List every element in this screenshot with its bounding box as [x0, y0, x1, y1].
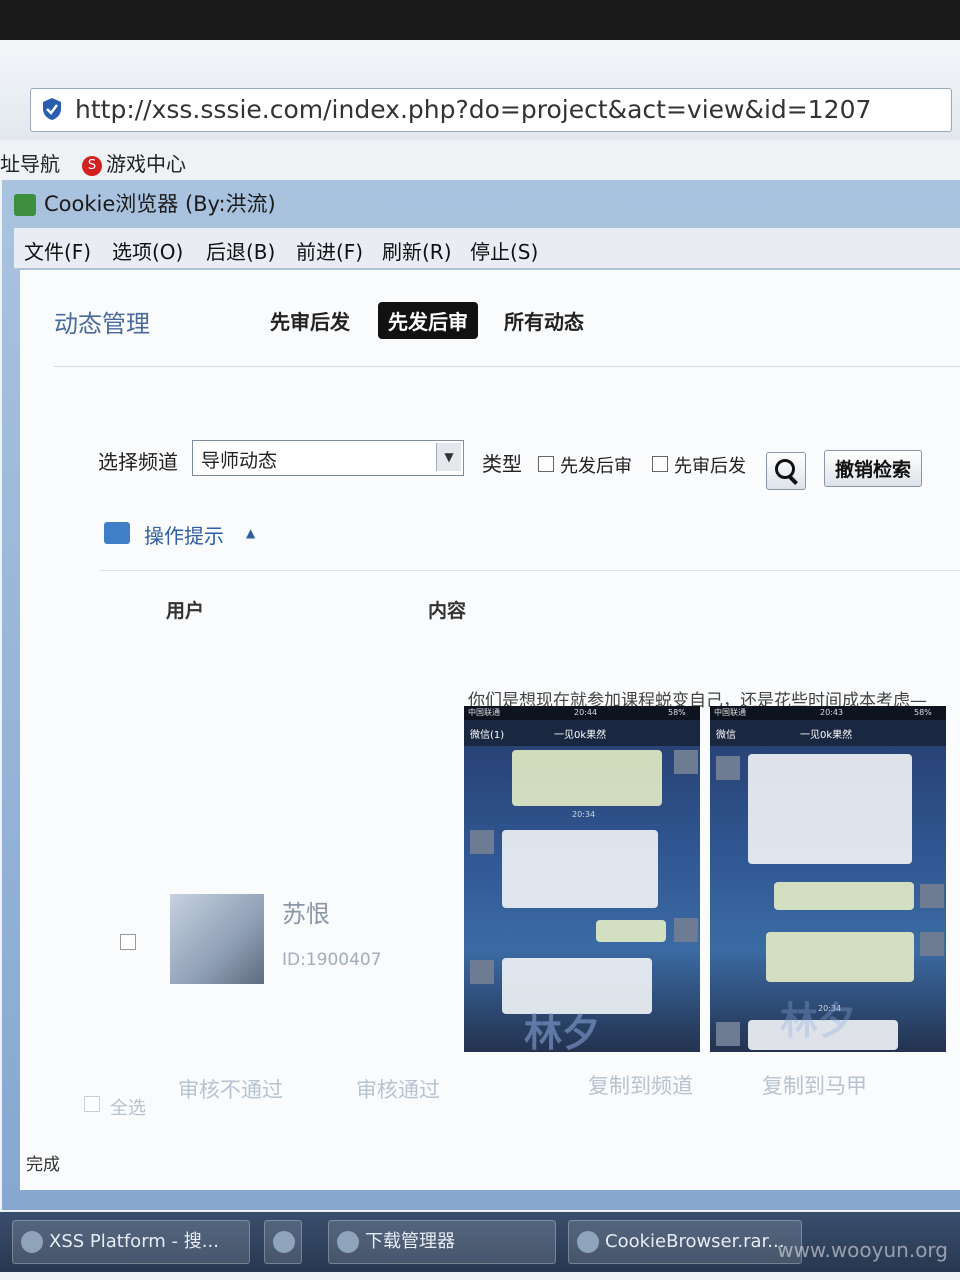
game-center-icon: S [82, 155, 102, 176]
page-title: 动态管理 [54, 310, 150, 338]
tab-review-first[interactable]: 先审后发 [270, 306, 350, 335]
menu-refresh[interactable]: 刷新(R) [382, 236, 452, 265]
archive-icon [577, 1231, 599, 1253]
type-post-first-checkbox[interactable] [538, 456, 554, 472]
row-checkbox[interactable] [120, 934, 136, 950]
reject-button[interactable]: 审核不通过 [178, 1074, 283, 1104]
chevron-down-icon: ▼ [436, 443, 461, 471]
copy-to-alias-button[interactable]: 复制到马甲 [762, 1070, 867, 1100]
type-review-first-label: 先审后发 [674, 456, 746, 477]
column-user: 用户 [166, 600, 205, 622]
download-icon [337, 1231, 359, 1253]
menu-options[interactable]: 选项(O) [112, 236, 183, 265]
taskbar-item-chrome[interactable] [264, 1220, 302, 1264]
approve-button[interactable]: 审核通过 [356, 1074, 440, 1104]
taskbar-item-xss[interactable]: XSS Platform - 搜... [12, 1220, 250, 1264]
select-all-checkbox[interactable] [84, 1096, 100, 1112]
taskbar-item-downloads[interactable]: 下载管理器 [328, 1220, 556, 1264]
user-name: 苏恨 [282, 900, 330, 928]
type-label: 类型 [482, 452, 522, 476]
channel-label: 选择频道 [98, 450, 178, 474]
avatar [170, 894, 264, 984]
table-header-line [100, 570, 960, 571]
chrome-icon [273, 1231, 295, 1253]
address-bar[interactable]: http://xss.sssie.com/index.php?do=projec… [30, 88, 952, 132]
status-bar-text: 完成 [26, 1155, 60, 1175]
type-review-first-checkbox[interactable] [652, 456, 668, 472]
tip-icon [104, 522, 130, 544]
chat-screenshot-1[interactable]: 中国联通 20:44 58% 微信(1) 一见0k果然 20:34 林夕 [464, 706, 700, 1052]
tab-all[interactable]: 所有动态 [504, 306, 584, 335]
user-id: ID:1900407 [282, 950, 382, 970]
menu-bar: 文件(F) 选项(O) 后退(B) 前进(F) 刷新(R) 停止(S) [14, 228, 960, 269]
copy-to-channel-button[interactable]: 复制到频道 [588, 1070, 693, 1100]
chat-screenshot-2[interactable]: 中国联通 20:43 58% 微信 一见0k果然 20:34 林夕 [710, 706, 946, 1052]
menu-back[interactable]: 后退(B) [206, 236, 275, 265]
app-icon [14, 194, 36, 216]
cookie-browser-window: Cookie浏览器 (By:洪流) 文件(F) 选项(O) 后退(B) 前进(F… [2, 180, 960, 1210]
channel-select[interactable]: 导师动态 ▼ [192, 440, 464, 476]
divider [54, 366, 960, 367]
watermark: www.wooyun.org [777, 1238, 948, 1262]
bookmark-nav[interactable]: 址导航 [0, 148, 60, 177]
taskbar-item-cookiebrowser[interactable]: CookieBrowser.rar... [568, 1220, 802, 1264]
type-post-first-label: 先发后审 [560, 456, 632, 477]
bookmark-games[interactable]: S 游戏中心 [82, 148, 186, 177]
window-title: Cookie浏览器 (By:洪流) [14, 188, 276, 218]
shield-icon [43, 98, 61, 120]
search-button[interactable] [766, 452, 806, 490]
page-content: 动态管理 先审后发 先发后审 所有动态 选择频道 导师动态 ▼ 类型 先发后审 … [20, 270, 960, 1190]
url-text: http://xss.sssie.com/index.php?do=projec… [75, 95, 872, 124]
tab-post-first[interactable]: 先发后审 [378, 302, 478, 339]
menu-stop[interactable]: 停止(S) [470, 236, 538, 265]
menu-forward[interactable]: 前进(F) [296, 236, 363, 265]
tip-toggle[interactable]: 操作提示 [144, 520, 224, 549]
caret-up-icon[interactable]: ▲ [246, 526, 255, 540]
select-all-label: 全选 [110, 1098, 146, 1119]
browser-icon [21, 1231, 43, 1253]
reset-search-button[interactable]: 撤销检索 [824, 450, 923, 487]
column-content: 内容 [428, 600, 467, 622]
menu-file[interactable]: 文件(F) [24, 236, 91, 265]
